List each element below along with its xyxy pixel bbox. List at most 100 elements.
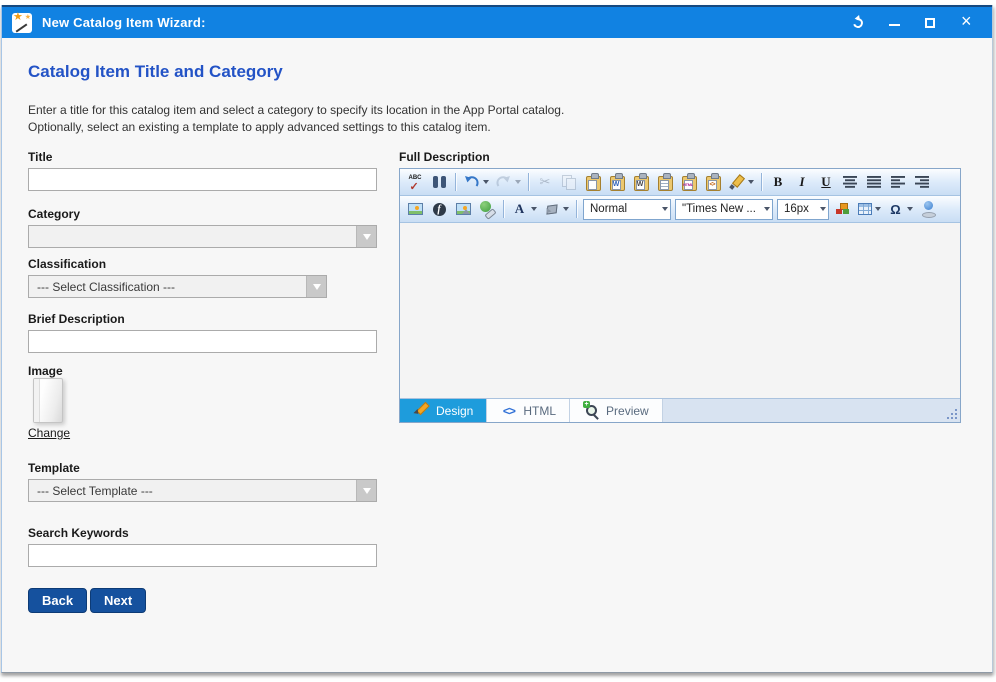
back-button[interactable]: Back [28, 588, 87, 613]
brief-description-label: Brief Description [28, 312, 125, 326]
intro-text: Enter a title for this catalog item and … [28, 102, 564, 136]
change-image-link[interactable]: Change [28, 426, 70, 440]
tab-preview[interactable]: + Preview [570, 399, 663, 422]
html-code-icon: <> [500, 402, 517, 419]
insert-table-icon [858, 203, 872, 215]
paste-plain-text-button[interactable] [654, 171, 676, 193]
spellcheck-icon: ABC✓ [407, 174, 424, 191]
title-label: Title [28, 150, 52, 164]
chevron-down-icon[interactable] [306, 276, 326, 297]
chevron-down-icon [515, 180, 521, 184]
paste-html-button[interactable]: <> [702, 171, 724, 193]
chevron-down-icon [820, 207, 826, 211]
intro-line-1: Enter a title for this catalog item and … [28, 102, 564, 119]
hyperlink-manager-button[interactable] [476, 198, 498, 220]
paste-from-word-icon: W [610, 176, 625, 191]
chevron-down-icon [483, 180, 489, 184]
minimize-button[interactable] [886, 15, 902, 31]
flash-manager-button[interactable]: f [428, 198, 450, 220]
underline-button[interactable]: U [815, 171, 837, 193]
rich-text-editor: ABC✓✂WWHTML<>BIU fANormal"Times New ...1… [399, 168, 961, 423]
search-keywords-label: Search Keywords [28, 526, 129, 540]
paragraph-style-select-value: Normal [590, 203, 658, 215]
align-center-icon [842, 174, 859, 191]
wizard-window: New Catalog Item Wizard: Catalog Item Ti… [1, 5, 993, 673]
tab-preview-label: Preview [606, 404, 649, 418]
insert-snippet-button[interactable] [832, 198, 854, 220]
toolbar-separator [761, 173, 762, 191]
toolbar-separator [528, 173, 529, 191]
editor-content-area[interactable] [400, 223, 960, 399]
media-manager-icon [456, 203, 471, 215]
justify-button[interactable] [863, 171, 885, 193]
italic-icon: I [794, 174, 811, 191]
paste-from-word-strip-font-button[interactable]: W [630, 171, 652, 193]
editor-toolbar-row-1: ABC✓ ✂ WW HTML<> BIU [400, 169, 960, 196]
category-dropdown[interactable] [28, 225, 377, 248]
template-label: Template [28, 461, 80, 475]
flash-manager-icon: f [433, 203, 446, 216]
image-manager-button[interactable] [404, 198, 426, 220]
chevron-down-icon [875, 207, 881, 211]
insert-table-button[interactable] [856, 198, 883, 220]
format-stripper-button[interactable] [726, 171, 756, 193]
template-dropdown-value: --- Select Template --- [29, 480, 356, 501]
insert-symbol-button[interactable]: Ω [885, 198, 915, 220]
paste-plain-text-icon [658, 176, 673, 191]
paste-from-word-button[interactable]: W [606, 171, 628, 193]
paste-from-word-strip-font-icon: W [634, 176, 649, 191]
brief-description-input[interactable] [28, 330, 377, 353]
help-button[interactable] [917, 198, 939, 220]
preview-magnifier-icon: + [583, 402, 600, 419]
tab-html-label: HTML [523, 404, 556, 418]
font-name-select[interactable]: "Times New ... [675, 199, 773, 220]
refresh-button[interactable] [850, 15, 866, 31]
full-description-label: Full Description [399, 150, 490, 164]
font-size-select[interactable]: 16px [777, 199, 829, 220]
align-right-button[interactable] [911, 171, 933, 193]
toolbar-separator [455, 173, 456, 191]
image-label: Image [28, 364, 63, 378]
catalog-item-image [33, 378, 63, 423]
template-dropdown[interactable]: --- Select Template --- [28, 479, 377, 502]
editor-mode-tabbar: Design <> HTML + Preview [400, 399, 960, 422]
search-keywords-input[interactable] [28, 544, 377, 567]
media-manager-button[interactable] [452, 198, 474, 220]
insert-snippet-icon [835, 201, 852, 218]
resize-grip[interactable] [946, 408, 957, 419]
spellcheck-button[interactable]: ABC✓ [404, 171, 426, 193]
foreground-color-button[interactable]: A [509, 198, 539, 220]
tab-html[interactable]: <> HTML [487, 399, 570, 422]
paste-as-html-button[interactable]: HTML [678, 171, 700, 193]
next-button[interactable]: Next [90, 588, 146, 613]
bold-button[interactable]: B [767, 171, 789, 193]
close-button[interactable] [958, 15, 974, 31]
hyperlink-manager-icon [479, 201, 496, 218]
find-replace-icon [431, 174, 448, 191]
italic-button[interactable]: I [791, 171, 813, 193]
chevron-down-icon [907, 207, 913, 211]
title-bar[interactable]: New Catalog Item Wizard: [2, 5, 992, 38]
copy-icon [561, 174, 578, 191]
refresh-icon [851, 16, 864, 29]
classification-dropdown[interactable]: --- Select Classification --- [28, 275, 327, 298]
paste-button[interactable] [582, 171, 604, 193]
align-left-button[interactable] [887, 171, 909, 193]
find-replace-button[interactable] [428, 171, 450, 193]
align-right-icon [914, 174, 931, 191]
editor-toolbar-row-2: f A Normal "Times New ...16px Ω [400, 196, 960, 223]
chevron-down-icon [764, 207, 770, 211]
undo-button[interactable] [461, 171, 491, 193]
maximize-button[interactable] [922, 15, 938, 31]
background-color-icon [543, 201, 560, 218]
chevron-down-icon[interactable] [356, 226, 376, 247]
help-icon [920, 201, 937, 218]
cut-icon: ✂ [537, 174, 554, 191]
background-color-button[interactable] [541, 198, 571, 220]
tab-design-label: Design [436, 404, 473, 418]
chevron-down-icon[interactable] [356, 480, 376, 501]
paragraph-style-select[interactable]: Normal [583, 199, 671, 220]
title-input[interactable] [28, 168, 377, 191]
tab-design[interactable]: Design [400, 399, 487, 422]
align-center-button[interactable] [839, 171, 861, 193]
